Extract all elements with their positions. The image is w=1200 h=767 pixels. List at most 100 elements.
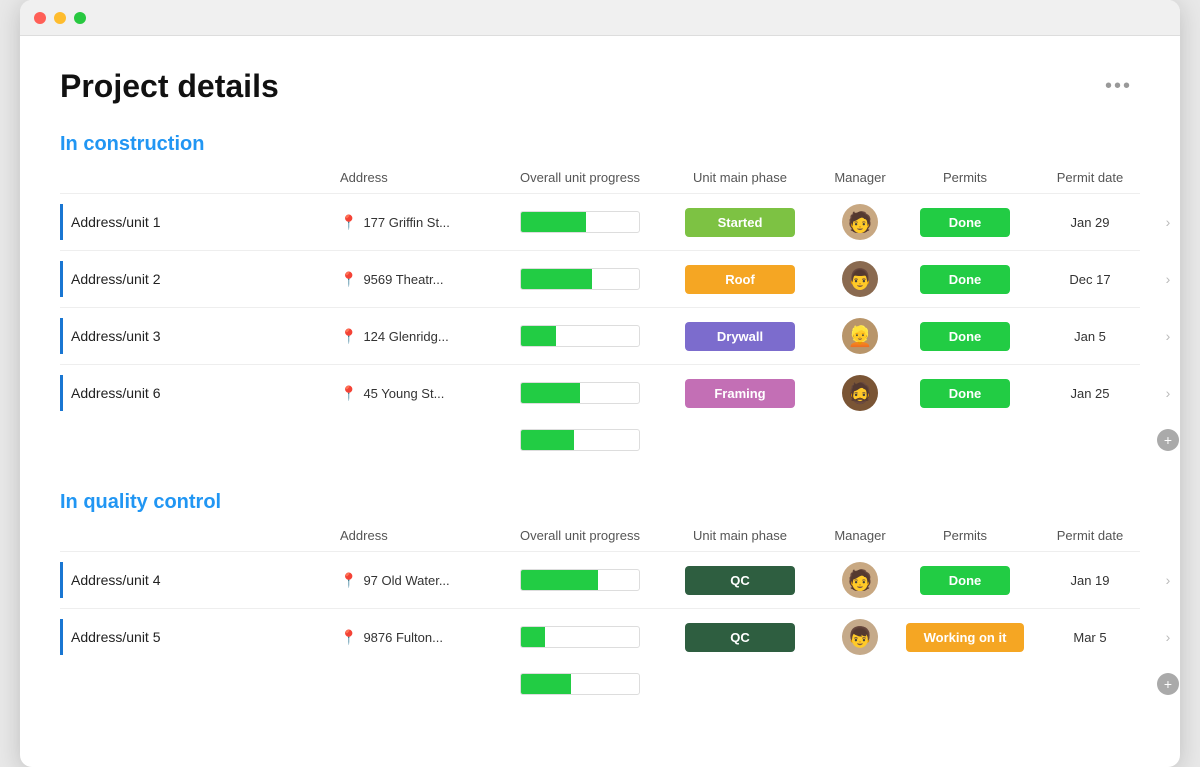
avatar: 👨 [842,261,878,297]
section-in-quality-control: In quality control AddressOverall unit pr… [60,491,1140,699]
progress-bar [520,268,640,290]
unit-label: Address/unit 4 [60,562,340,598]
table-in-quality-control: AddressOverall unit progressUnit main ph… [60,528,1140,699]
plus-icon: + [1157,673,1179,695]
permit-badge: Done [920,208,1010,237]
unit-label: Address/unit 6 [60,375,340,411]
summary-progress-bar [520,429,640,451]
row-chevron[interactable]: › [1150,271,1180,287]
permits-cell: Done [900,265,1030,294]
col-header-empty [60,170,340,185]
location-icon: 📍 [340,629,357,646]
permit-badge: Done [920,379,1010,408]
col-header-address: Address [340,170,500,185]
address-text: 45 Young St... [363,386,444,401]
summary-progress [500,673,660,695]
progress-bar-fill [521,383,580,403]
phase-cell: QC [660,566,820,595]
progress-bar-fill [521,570,598,590]
location-icon: 📍 [340,385,357,402]
table-row: Address/unit 3📍124 Glenridg...Drywall👱Do… [60,307,1140,364]
progress-cell [500,382,660,404]
table-row: Address/unit 1📍177 Griffin St...Started🧑… [60,193,1140,250]
permit-date: Dec 17 [1030,272,1150,287]
phase-badge: Roof [685,265,795,294]
row-chevron[interactable]: › [1150,572,1180,588]
permits-cell: Done [900,208,1030,237]
table-row: Address/unit 6📍 45 Young St... Framing 🧔 Don… [60,364,1140,421]
manager-cell: 👨 [820,261,900,297]
progress-bar-fill [521,269,592,289]
col-header-permit_date: Permit date [1030,170,1150,185]
phase-badge: Started [685,208,795,237]
phase-cell: Drywall [660,322,820,351]
progress-bar [520,211,640,233]
table-in-construction: AddressOverall unit progressUnit main ph… [60,170,1140,455]
phase-cell: QC [660,623,820,652]
summary-progress-fill [521,430,574,450]
phase-badge: QC [685,623,795,652]
permits-cell: Done [900,566,1030,595]
permits-cell: Working on it [900,623,1030,652]
row-chevron[interactable]: › [1150,328,1180,344]
add-row-button[interactable]: + [1150,429,1180,451]
app-window: Project details ••• In constructionAddre… [20,0,1180,767]
permit-date: Jan 5 [1030,329,1150,344]
phase-badge: QC [685,566,795,595]
summary-progress-fill [521,674,571,694]
progress-bar-fill [521,212,586,232]
address-text: 9569 Theatr... [363,272,443,287]
minimize-dot[interactable] [54,12,66,24]
avatar: 🧑 [842,204,878,240]
permit-date: Mar 5 [1030,630,1150,645]
avatar: 👱 [842,318,878,354]
avatar: 🧔 [842,375,878,411]
plus-icon: + [1157,429,1179,451]
col-header-progress: Overall unit progress [500,170,660,185]
address-cell: 📍177 Griffin St... [340,214,500,231]
add-row-button[interactable]: + [1150,673,1180,695]
address-cell: 📍97 Old Water... [340,572,500,589]
row-chevron[interactable]: › [1150,214,1180,230]
progress-cell [500,569,660,591]
unit-label: Address/unit 5 [60,619,340,655]
phase-cell: Roof [660,265,820,294]
page-header: Project details ••• [60,68,1140,105]
progress-bar [520,325,640,347]
summary-progress [500,429,660,451]
address-text: 97 Old Water... [363,573,449,588]
address-text: 9876 Fulton... [363,630,443,645]
section-title-in-quality-control: In quality control [60,491,1140,514]
phase-badge: Framing [685,379,795,408]
more-options-button[interactable]: ••• [1097,71,1140,102]
table-row: Address/unit 2📍9569 Theatr...Roof👨DoneDe… [60,250,1140,307]
manager-cell: 🧑 [820,562,900,598]
col-header-permits: Permits [900,528,1030,543]
page-title: Project details [60,68,279,105]
progress-cell [500,211,660,233]
progress-bar [520,382,640,404]
summary-row: + [60,665,1140,699]
maximize-dot[interactable] [74,12,86,24]
phase-badge: Drywall [685,322,795,351]
row-chevron[interactable]: › [1150,629,1180,645]
row-chevron[interactable]: › [1150,385,1180,401]
close-dot[interactable] [34,12,46,24]
permit-badge: Done [920,265,1010,294]
table-header-row: AddressOverall unit progressUnit main ph… [60,528,1140,551]
location-icon: 📍 [340,271,357,288]
permits-cell: Done [900,379,1030,408]
col-header-manager: Manager [820,528,900,543]
permit-date: Jan 19 [1030,573,1150,588]
permit-badge: Done [920,322,1010,351]
titlebar [20,0,1180,36]
section-in-construction: In constructionAddressOverall unit progr… [60,133,1140,455]
manager-cell: 🧔 [820,375,900,411]
main-content: Project details ••• In constructionAddre… [20,36,1180,767]
address-cell: 📍 45 Young St... [340,385,500,402]
unit-label: Address/unit 2 [60,261,340,297]
permit-date: Jan 25 [1030,386,1150,401]
table-row: Address/unit 4📍97 Old Water...QC🧑DoneJan… [60,551,1140,608]
address-text: 124 Glenridg... [363,329,448,344]
manager-cell: 🧑 [820,204,900,240]
